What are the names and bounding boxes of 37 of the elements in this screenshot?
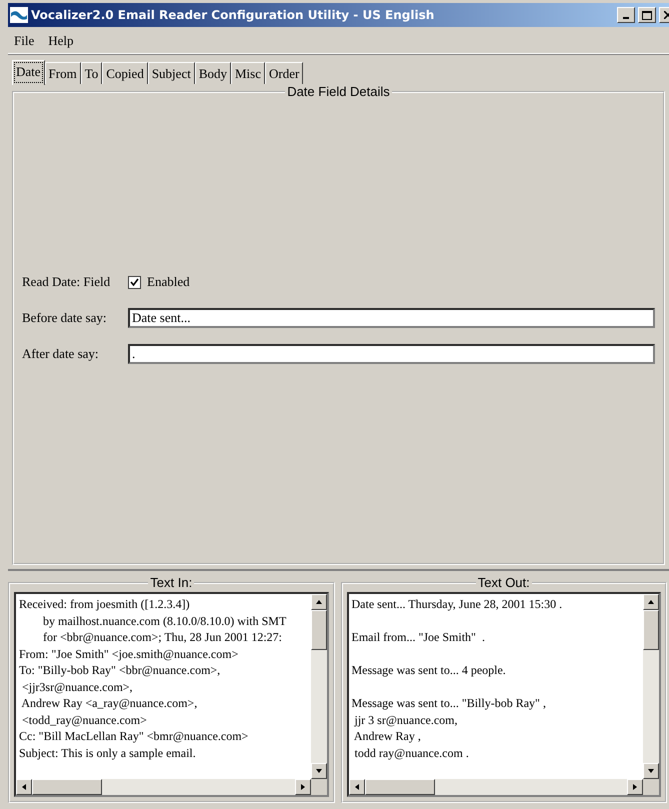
text-line: <todd_ray@nuance.com> (21, 712, 148, 728)
text-line: Cc: "Bill MacLellan Ray" <bmr@nuance.com> (19, 728, 250, 744)
text-line: <jjr3sr@nuance.com>, (21, 678, 134, 695)
text-line: Andrew Ray <a_ray@nuance.com>, (20, 695, 198, 712)
field-label: Read Date: Field (22, 274, 112, 290)
tab[interactable]: Date (12, 60, 45, 85)
text-line: todd ray@nuance.com . (354, 744, 470, 761)
text-line: for <bbr@nuance.com>; Thu, 28 Jun 2001 12:27: (42, 629, 283, 646)
text-line: Message was sent to... "Billy-bob Ray" , (352, 695, 547, 712)
text-line: by mailhost.nuance.com (8.10.0/8.10.0) with SMT (42, 612, 288, 629)
text-line: Message was sent to... 4 people. (352, 662, 507, 678)
tab[interactable]: Copied (102, 62, 148, 84)
menu-item[interactable]: File (14, 33, 34, 49)
text-line: To: "Billy-bob Ray" <bbr@nuance.com>, (19, 662, 222, 678)
text-line: Andrew Ray , (352, 728, 422, 744)
group-title: Text Out: (476, 575, 531, 590)
text-line: Subject: This is only a sample email. (19, 744, 197, 761)
text-line: jjr 3 sr@nuance.com, (353, 712, 459, 728)
tab[interactable]: To (80, 62, 102, 84)
tab[interactable]: Misc (231, 62, 265, 84)
text-line: Received: from joesmith ([1.2.3.4]) (19, 596, 191, 612)
field-label: After date say: (22, 346, 100, 362)
text-line: Date sent... Thursday, June 28, 2001 15:30 . (352, 596, 564, 612)
input-field[interactable]: . (128, 344, 655, 364)
input-field[interactable]: Date sent... (128, 308, 655, 328)
group-title: Date Field Details (286, 84, 391, 99)
text-line: From: "Joe Smith" <joe.smith@nuance.com> (19, 646, 240, 662)
tab[interactable]: Body (194, 62, 231, 84)
group-title: Text In: (149, 575, 194, 590)
window-title: Vocalizer2.0 Email Reader Configuration Utility - US English (31, 8, 436, 22)
text-line: Email from... "Joe Smith" . (352, 629, 486, 646)
tab[interactable]: Subject (148, 62, 195, 84)
tab[interactable]: Order (265, 62, 304, 84)
menu-item[interactable]: Help (48, 33, 74, 49)
field-label: Before date say: (22, 310, 108, 326)
tab[interactable]: From (44, 62, 81, 84)
checkbox-label: Enabled (147, 274, 190, 290)
